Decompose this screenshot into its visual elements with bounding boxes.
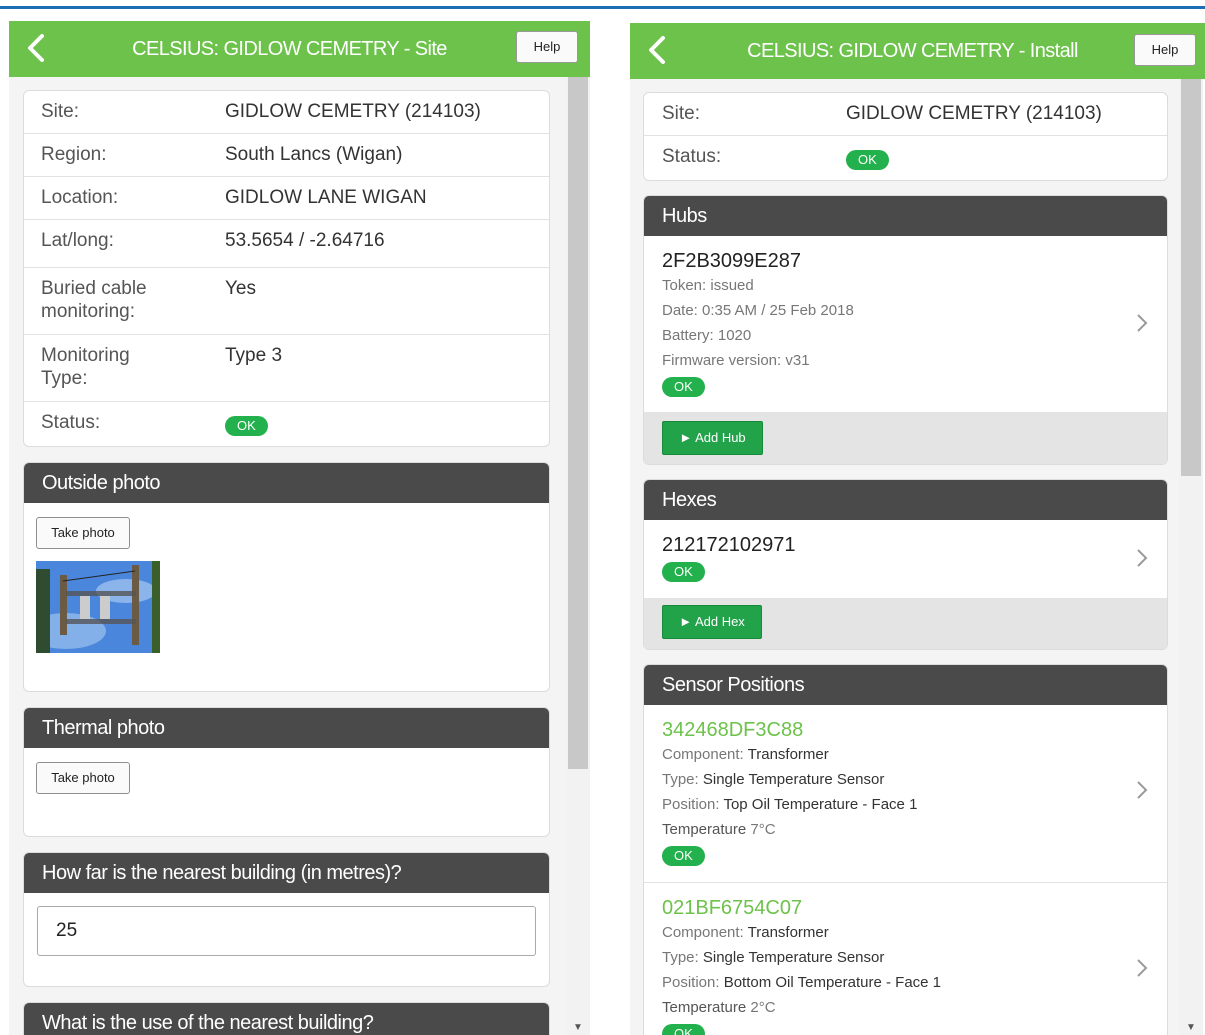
sensor-position: Position: Bottom Oil Temperature - Face … — [662, 974, 942, 991]
nearest-building-header: How far is the nearest building (in metr… — [24, 853, 549, 893]
region-row: Region: South Lancs (Wigan) — [24, 134, 549, 177]
sensor-position: Position: Top Oil Temperature - Face 1 — [662, 796, 918, 813]
sensor-list-item[interactable]: 342468DF3C88 Component: Transformer Type… — [644, 705, 1167, 883]
page-title: CELSIUS: GIDLOW CEMETRY - Install — [747, 40, 1078, 62]
sensor-temperature: Temperature 7°C — [662, 821, 776, 838]
chevron-right-icon — [1135, 547, 1149, 569]
region-value: South Lancs (Wigan) — [225, 144, 403, 165]
status-row: Status: OK — [644, 136, 1167, 180]
buried-cable-row: Buried cable monitoring: Yes — [24, 268, 549, 335]
add-hub-button[interactable]: ► Add Hub — [662, 421, 763, 455]
building-use-card: What is the use of the nearest building? — [23, 1002, 550, 1035]
scrollbar-thumb[interactable] — [1181, 79, 1201, 476]
outside-photo-card: Outside photo Take photo — [23, 462, 550, 692]
hub-status-badge: OK — [662, 377, 705, 397]
chevron-right-icon — [1135, 957, 1149, 979]
status-row: Status: OK — [24, 402, 549, 446]
sensor-positions-card: Sensor Positions 342468DF3C88 Component:… — [643, 664, 1168, 1035]
page-title: CELSIUS: GIDLOW CEMETRY - Site — [132, 38, 447, 60]
hex-status-badge: OK — [662, 562, 705, 582]
region-label: Region: — [41, 144, 107, 165]
hex-list-item[interactable]: 212172102971 OK — [644, 520, 1167, 598]
hub-token: Token: issued — [662, 277, 754, 294]
sensor-positions-header: Sensor Positions — [644, 665, 1167, 705]
install-info-card: Site: GIDLOW CEMETRY (214103) Status: OK — [643, 92, 1168, 181]
latlong-row: Lat/long: 53.5654 / -2.64716 — [24, 220, 549, 268]
status-badge: OK — [225, 416, 268, 436]
outside-photo-header: Outside photo — [24, 463, 549, 503]
site-row: Site: GIDLOW CEMETRY (214103) — [24, 91, 549, 134]
scrollbar-thumb[interactable] — [568, 77, 588, 769]
scrollbar[interactable]: ▼ — [1179, 79, 1203, 1035]
latlong-value: 53.5654 / -2.64716 — [225, 230, 385, 251]
hexes-footer: ► Add Hex — [644, 598, 1167, 649]
install-content: Site: GIDLOW CEMETRY (214103) Status: OK… — [630, 79, 1179, 1035]
nearest-building-card: How far is the nearest building (in metr… — [23, 852, 550, 987]
location-row: Location: GIDLOW LANE WIGAN — [24, 177, 549, 220]
status-label: Status: — [41, 412, 101, 433]
sensor-type: Type: Single Temperature Sensor — [662, 771, 885, 788]
top-accent-line — [0, 6, 1205, 9]
scrollbar[interactable]: ▼ — [566, 77, 590, 1035]
site-value: GIDLOW CEMETRY (214103) — [225, 101, 481, 122]
hubs-card: Hubs 2F2B3099E287 Token: issued Date: 0:… — [643, 195, 1168, 465]
site-label: Site: — [662, 103, 701, 124]
nearest-building-input[interactable]: 25 — [37, 906, 536, 956]
hub-id: 2F2B3099E287 — [662, 250, 802, 272]
site-content: Site: GIDLOW CEMETRY (214103) Region: So… — [9, 77, 566, 1035]
sensor-id: 342468DF3C88 — [662, 719, 804, 741]
scroll-down-icon[interactable]: ▼ — [1179, 1022, 1203, 1033]
site-row: Site: GIDLOW CEMETRY (214103) — [644, 93, 1167, 136]
chevron-right-icon — [1135, 779, 1149, 801]
chevron-right-icon — [1135, 312, 1149, 334]
help-button[interactable]: Help — [1134, 34, 1196, 66]
location-value: GIDLOW LANE WIGAN — [225, 187, 427, 208]
install-panel: CELSIUS: GIDLOW CEMETRY - Install Help S… — [630, 21, 1205, 1035]
take-outside-photo-button[interactable]: Take photo — [36, 517, 130, 549]
hub-firmware: Firmware version: v31 — [662, 352, 810, 369]
app-bar: CELSIUS: GIDLOW CEMETRY - Install Help — [630, 23, 1205, 79]
sensor-component: Component: Transformer — [662, 924, 829, 941]
monitoring-type-value: Type 3 — [225, 345, 283, 366]
site-value: GIDLOW CEMETRY (214103) — [846, 103, 1102, 124]
hubs-header: Hubs — [644, 196, 1167, 236]
buried-cable-label: Buried cable monitoring: — [41, 278, 147, 322]
hubs-footer: ► Add Hub — [644, 412, 1167, 464]
sensor-type: Type: Single Temperature Sensor — [662, 949, 885, 966]
hub-list-item[interactable]: 2F2B3099E287 Token: issued Date: 0:35 AM… — [644, 236, 1167, 412]
latlong-label: Lat/long: — [41, 230, 114, 251]
status-badge: OK — [846, 150, 889, 170]
site-panel: CELSIUS: GIDLOW CEMETRY - Site Help Site… — [9, 21, 590, 1035]
site-info-card: Site: GIDLOW CEMETRY (214103) Region: So… — [23, 90, 550, 447]
thermal-photo-header: Thermal photo — [24, 708, 549, 748]
add-hex-button[interactable]: ► Add Hex — [662, 605, 762, 639]
building-use-header: What is the use of the nearest building? — [24, 1003, 549, 1035]
sensor-temperature: Temperature 2°C — [662, 999, 776, 1016]
back-icon[interactable] — [646, 35, 668, 65]
site-label: Site: — [41, 101, 80, 122]
sensor-list-item[interactable]: 021BF6754C07 Component: Transformer Type… — [644, 883, 1167, 1035]
take-thermal-photo-button[interactable]: Take photo — [36, 762, 130, 794]
hub-date: Date: 0:35 AM / 25 Feb 2018 — [662, 302, 854, 319]
status-label: Status: — [662, 146, 722, 167]
back-icon[interactable] — [25, 33, 47, 63]
hexes-header: Hexes — [644, 480, 1167, 520]
help-button[interactable]: Help — [516, 31, 578, 63]
sensor-id: 021BF6754C07 — [662, 897, 803, 919]
scroll-down-icon[interactable]: ▼ — [566, 1022, 590, 1033]
monitoring-type-row: Monitoring Type: Type 3 — [24, 335, 549, 402]
hex-id: 212172102971 — [662, 534, 796, 556]
buried-cable-value: Yes — [225, 278, 256, 299]
sensor-status-badge: OK — [662, 846, 705, 866]
hub-battery: Battery: 1020 — [662, 327, 752, 344]
app-bar: CELSIUS: GIDLOW CEMETRY - Site Help — [9, 21, 590, 77]
location-label: Location: — [41, 187, 119, 208]
monitoring-type-label: Monitoring Type: — [41, 345, 130, 389]
thermal-photo-card: Thermal photo Take photo — [23, 707, 550, 837]
outside-photo-thumbnail[interactable] — [36, 561, 160, 653]
sensor-component: Component: Transformer — [662, 746, 829, 763]
sensor-status-badge: OK — [662, 1024, 705, 1035]
hexes-card: Hexes 212172102971 OK ► Add Hex — [643, 479, 1168, 650]
